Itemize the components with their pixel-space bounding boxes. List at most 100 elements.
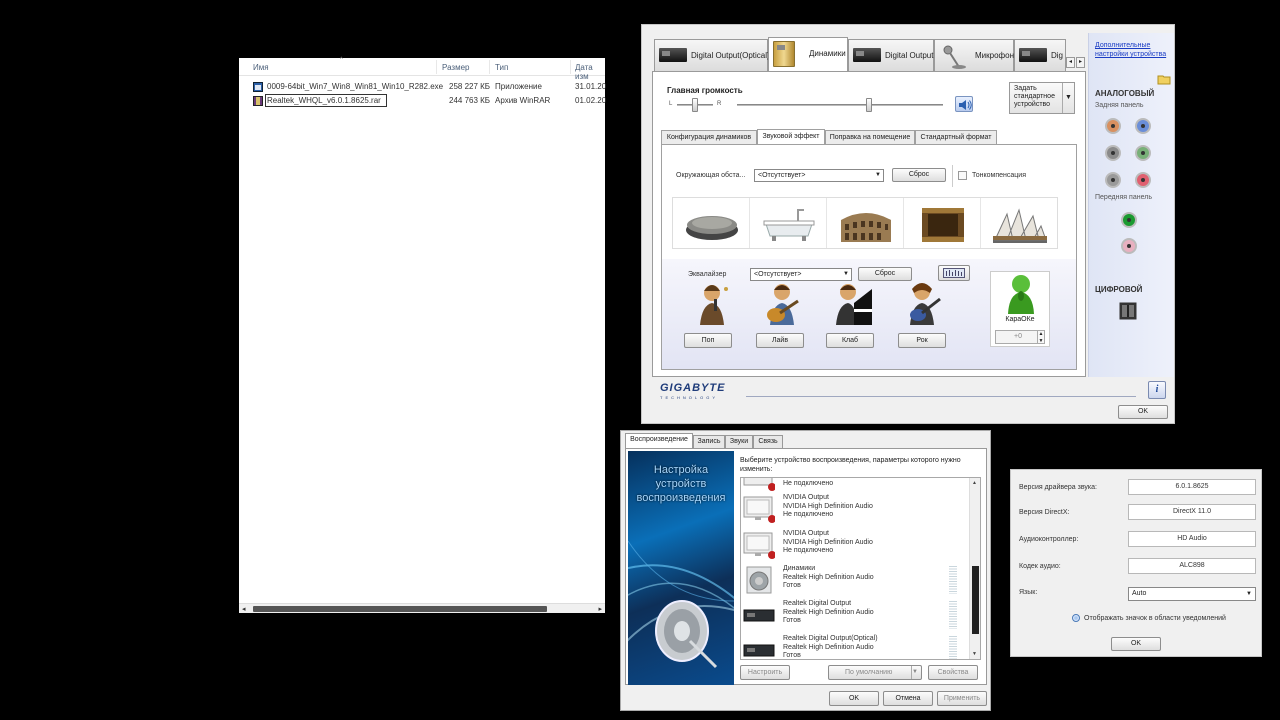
codec-value: ALC898 (1128, 558, 1256, 574)
playback-banner: Настройка устройств воспроизведения (628, 451, 734, 685)
tab-microphone[interactable]: Микрофон (934, 39, 1014, 71)
list-item[interactable]: Realtek Digital Output(Optical) Realtek H… (741, 633, 965, 659)
live-guitarist-icon (767, 284, 799, 325)
preset-live-button[interactable]: Лайв (756, 333, 804, 348)
loudness-checkbox[interactable] (958, 171, 967, 180)
preset-pop-button[interactable]: Поп (684, 333, 732, 348)
chevron-down-icon[interactable]: ▼ (911, 666, 921, 679)
tab-digital-output-optical[interactable]: Digital Output(Optical) (654, 39, 770, 71)
list-item[interactable]: Realtek Digital Output Realtek High Defin… (741, 598, 965, 634)
list-item[interactable]: NVIDIA Output NVIDIA High Definition Audi… (741, 528, 965, 564)
environment-option[interactable] (673, 198, 750, 248)
exe-file-icon (253, 82, 263, 92)
tab-scroll-left-icon[interactable]: ◂ (1066, 57, 1075, 68)
loudness-label: Тонкомпенсация (972, 172, 1026, 179)
chevron-down-icon[interactable]: ▼ (1062, 83, 1074, 113)
vertical-scrollbar[interactable]: ▲ ▼ (969, 478, 980, 659)
configure-button[interactable]: Настроить (740, 665, 790, 680)
tab-speaker-config[interactable]: Конфигурация динамиков (661, 130, 757, 144)
tab-digital-partial[interactable]: Dig (1014, 39, 1066, 71)
device-driver: Realtek High Definition Audio (783, 573, 874, 581)
jack-pink-icon[interactable] (1135, 172, 1151, 188)
environment-option[interactable] (827, 198, 904, 248)
column-type[interactable]: Тип (495, 63, 508, 72)
tab-digital-output[interactable]: Digital Output (848, 39, 934, 71)
karaoke-label: КараОКе (1005, 316, 1035, 323)
volume-slider[interactable] (737, 104, 943, 106)
jack-front-green-icon[interactable] (1121, 212, 1137, 228)
left-label: L (669, 101, 673, 107)
file-row[interactable]: 0009-64bit_Win7_Win8_Win81_Win10_R282.ex… (251, 81, 606, 93)
horizontal-scrollbar[interactable]: ◂ ▸ (239, 603, 605, 613)
tab-recording[interactable]: Запись (693, 435, 725, 448)
environment-select[interactable]: <Отсутствует> ▼ (754, 169, 884, 182)
equalizer-value: <Отсутствует> (754, 271, 802, 278)
cancel-button[interactable]: Отмена (883, 691, 933, 706)
scroll-up-icon[interactable]: ▲ (972, 480, 977, 486)
speakers-panel: Главная громкость L R Задать стандартное… (652, 71, 1086, 377)
jack-orange-icon[interactable] (1105, 118, 1121, 134)
jack-green-icon[interactable] (1135, 145, 1151, 161)
scroll-down-icon[interactable]: ▼ (972, 651, 977, 657)
mute-button[interactable] (955, 96, 973, 112)
language-label: Язык: (1019, 589, 1038, 596)
back-panel-label: Задняя панель (1095, 102, 1144, 109)
column-size[interactable]: Размер (442, 63, 470, 72)
device-status: Не подключено (783, 480, 834, 487)
ok-button[interactable]: OK (1111, 637, 1161, 651)
list-item[interactable]: NVIDIA Output NVIDIA High Definition Audi… (741, 492, 965, 528)
digital-port-icon[interactable] (1119, 302, 1137, 320)
environment-option[interactable] (981, 198, 1058, 248)
tab-playback[interactable]: Воспроизведение (625, 433, 693, 448)
set-default-device-button[interactable]: Задать стандартное устройство ▼ (1009, 82, 1075, 114)
karaoke-spinner[interactable]: ▲ ▼ (1037, 330, 1045, 344)
scrollbar-thumb[interactable] (253, 606, 547, 612)
colosseum-icon (841, 213, 891, 242)
karaoke-value[interactable]: +0 (995, 330, 1041, 344)
preset-club-button[interactable]: Клаб (826, 333, 874, 348)
column-date[interactable]: Дата изм (575, 63, 605, 81)
speaker-icon (773, 41, 795, 67)
balance-slider-thumb[interactable] (692, 98, 698, 112)
info-icon[interactable]: i (1148, 381, 1166, 399)
codec-label: Кодек аудио: (1019, 563, 1061, 570)
tab-sounds[interactable]: Звуки (725, 435, 753, 448)
file-row[interactable]: Realtek_WHQL_v6.0.1.8625.rar 244 763 КБ … (251, 94, 606, 107)
properties-button[interactable]: Свойства (928, 665, 978, 680)
rar-file-icon (253, 96, 263, 106)
environment-reset-button[interactable]: Сброс (892, 168, 946, 182)
tab-room-correction[interactable]: Поправка на помещение (825, 130, 915, 144)
column-name[interactable]: Имя (253, 63, 269, 72)
jack-front-pink-icon[interactable] (1121, 238, 1137, 254)
digital-output-icon (743, 609, 775, 622)
tab-scroll-right-icon[interactable]: ▸ (1076, 57, 1085, 68)
playback-device-list[interactable]: Не подключено NVIDIA Output NVIDIA High D… (740, 477, 981, 660)
ok-button[interactable]: OK (1118, 405, 1168, 419)
jack-gray-icon[interactable] (1105, 145, 1121, 161)
jack-blue-icon[interactable] (1135, 118, 1151, 134)
tab-sound-effect[interactable]: Звуковой эффект (757, 129, 825, 144)
volume-slider-thumb[interactable] (865, 98, 872, 112)
apply-button[interactable]: Применить (937, 691, 987, 706)
device-status: Не подключено (783, 511, 834, 518)
tab-default-format[interactable]: Стандартный формат (915, 130, 997, 144)
advanced-settings-link[interactable]: Дополнительные настройки устройства (1095, 41, 1171, 59)
tray-icon-radio[interactable] (1072, 614, 1080, 622)
scroll-left-icon[interactable]: ◂ (242, 605, 246, 613)
environment-option[interactable] (750, 198, 827, 248)
list-item[interactable]: Динамики Realtek High Definition Audio Гот… (741, 563, 965, 599)
folder-icon[interactable] (1157, 73, 1171, 85)
environment-option[interactable] (904, 198, 981, 248)
front-panel-label: Передняя панель (1095, 194, 1152, 201)
chevron-down-icon: ▼ (843, 271, 849, 277)
preset-rock-button[interactable]: Рок (898, 333, 946, 348)
file-name: Realtek_WHQL_v6.0.1.8625.rar (267, 96, 381, 105)
jack-black-icon[interactable] (1105, 172, 1121, 188)
tab-communications[interactable]: Связь (753, 435, 783, 448)
scrollbar-thumb[interactable] (972, 566, 979, 634)
language-select[interactable]: Auto ▼ (1128, 587, 1256, 601)
ok-button[interactable]: OK (829, 691, 879, 706)
set-default-button[interactable]: По умолчанию ▼ (828, 665, 922, 680)
tab-speakers[interactable]: Динамики (768, 37, 848, 71)
scroll-right-icon[interactable]: ▸ (598, 605, 602, 613)
